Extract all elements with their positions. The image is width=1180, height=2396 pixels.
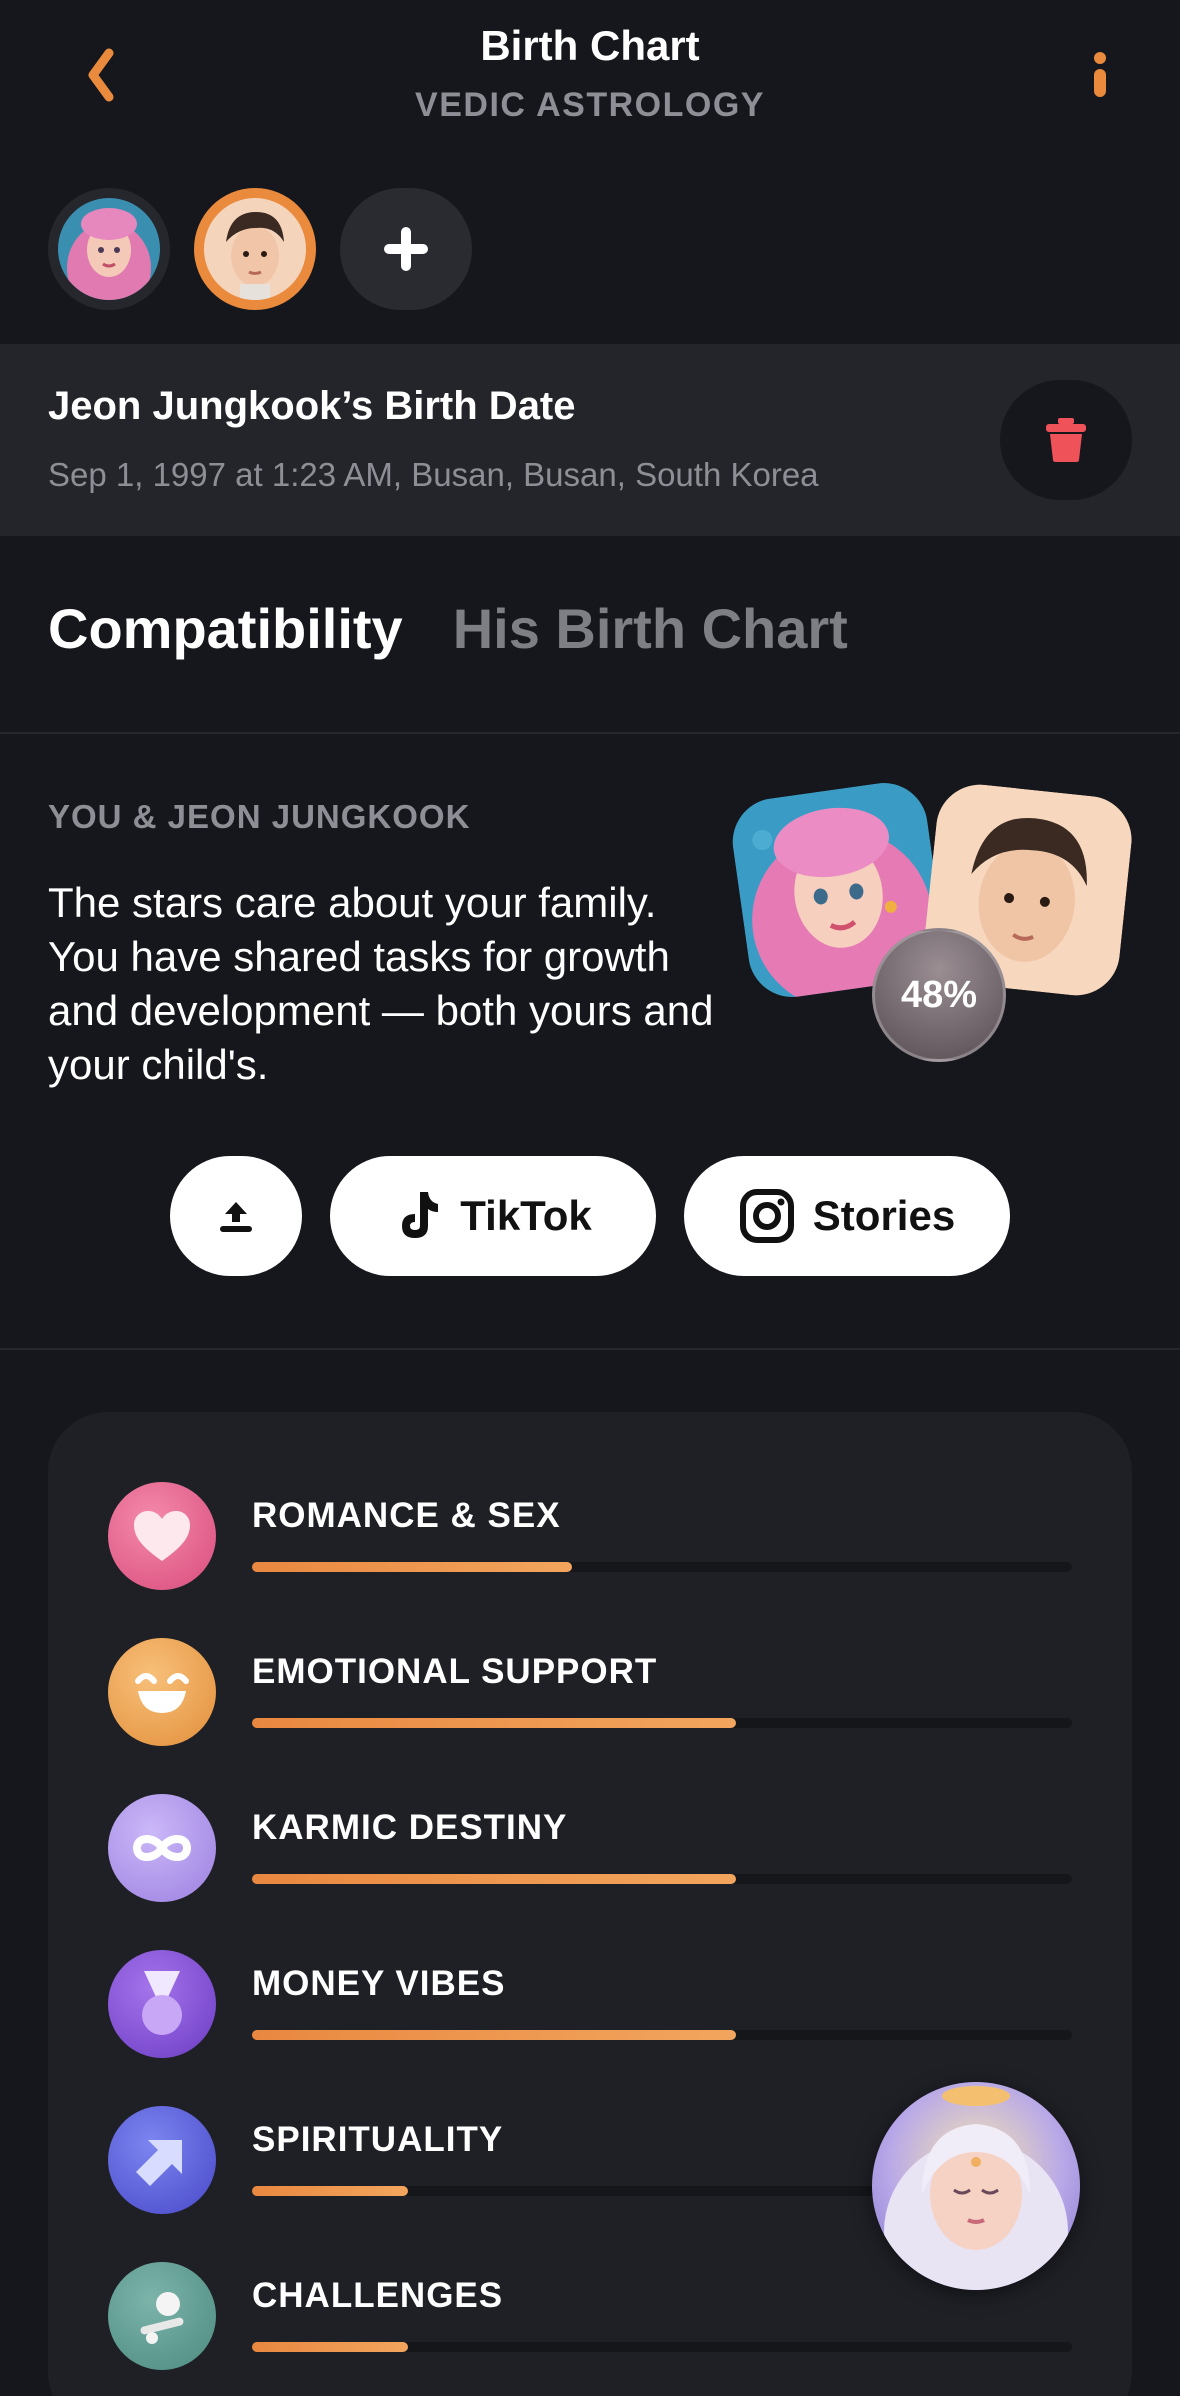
smile-icon xyxy=(108,1638,216,1746)
challenge-icon xyxy=(108,2262,216,2370)
category-money-vibes[interactable]: MONEY VIBES xyxy=(108,1950,1072,2060)
category-bar-track xyxy=(252,2342,1072,2352)
tiktok-icon xyxy=(402,1192,439,1238)
infinity-icon xyxy=(108,1794,216,1902)
category-bar-track xyxy=(252,1874,1072,1884)
share-stories-button[interactable]: Stories xyxy=(684,1156,1010,1276)
category-romance[interactable]: ROMANCE & SEX xyxy=(108,1482,1072,1592)
divider xyxy=(0,1348,1180,1350)
category-label: EMOTIONAL SUPPORT xyxy=(252,1652,658,1691)
top-bar: Birth Chart VEDIC ASTROLOGY xyxy=(0,0,1180,170)
compatibility-label: YOU & JEON JUNGKOOK xyxy=(48,798,471,835)
share-buttons: TikTok Stories xyxy=(170,1156,1010,1276)
divider xyxy=(0,732,1180,734)
assistant-avatar xyxy=(872,2082,1080,2290)
page-title: Birth Chart xyxy=(480,22,700,69)
category-label: MONEY VIBES xyxy=(252,1964,506,2003)
tab-bar: Compatibility His Birth Chart xyxy=(48,596,848,661)
info-button[interactable] xyxy=(1070,46,1130,106)
category-bar-fill xyxy=(252,1718,736,1728)
profile-avatar-partner[interactable] xyxy=(194,188,316,310)
couple-image: 48% xyxy=(727,777,1140,1066)
compatibility-description: The stars care about your family. You ha… xyxy=(48,879,714,1088)
category-bar-fill xyxy=(252,2342,408,2352)
avatar xyxy=(204,198,306,300)
compatibility-percent: 48% xyxy=(900,973,978,1016)
category-bar-fill xyxy=(252,2030,736,2040)
info-icon xyxy=(1094,52,1106,97)
category-bar-track xyxy=(252,1562,1072,1572)
category-karmic-destiny[interactable]: KARMIC DESTINY xyxy=(108,1794,1072,1904)
category-bar-track xyxy=(252,1718,1072,1728)
tab-his-birth-chart[interactable]: His Birth Chart xyxy=(453,596,848,661)
add-profile-button[interactable] xyxy=(340,188,472,310)
category-bar-fill xyxy=(252,1874,736,1884)
upload-icon xyxy=(220,1202,252,1232)
category-label: CHALLENGES xyxy=(252,2276,504,2315)
birth-info-bar: Jeon Jungkook’s Birth Date Sep 1, 1997 a… xyxy=(0,344,1180,536)
heart-icon xyxy=(108,1482,216,1590)
share-tiktok-button[interactable]: TikTok xyxy=(330,1156,656,1276)
category-bar-track xyxy=(252,2030,1072,2040)
medal-icon xyxy=(108,1950,216,2058)
birth-chart-screen: Birth Chart VEDIC ASTROLOGY Jeon Jungkoo… xyxy=(0,0,1180,2396)
birth-date-title: Jeon Jungkook’s Birth Date xyxy=(48,384,576,428)
category-emotional-support[interactable]: EMOTIONAL SUPPORT xyxy=(108,1638,1072,1748)
instagram-icon xyxy=(739,1189,794,1243)
profile-switcher xyxy=(48,188,472,310)
avatar xyxy=(58,198,160,300)
stories-label: Stories xyxy=(812,1192,956,1239)
category-challenges[interactable]: CHALLENGES xyxy=(108,2262,1072,2372)
page-subtitle: VEDIC ASTROLOGY xyxy=(415,86,765,124)
category-bar-fill xyxy=(252,1562,572,1572)
category-label: SPIRITUALITY xyxy=(252,2120,504,2159)
category-label: ROMANCE & SEX xyxy=(252,1496,561,1535)
assistant-avatar-button[interactable] xyxy=(872,2082,1080,2290)
plus-icon xyxy=(384,227,428,271)
tiktok-label: TikTok xyxy=(460,1192,592,1239)
profile-avatar-user[interactable] xyxy=(48,188,170,310)
tab-compatibility[interactable]: Compatibility xyxy=(48,596,403,661)
trash-icon xyxy=(1046,418,1086,462)
category-label: KARMIC DESTINY xyxy=(252,1808,568,1847)
category-bar-fill xyxy=(252,2186,408,2196)
arrow-up-right-icon xyxy=(108,2106,216,2214)
delete-button[interactable] xyxy=(1000,380,1132,500)
share-button[interactable] xyxy=(170,1156,302,1276)
compatibility-percent-badge: 48% xyxy=(872,928,1006,1062)
birth-date-details: Sep 1, 1997 at 1:23 AM, Busan, Busan, So… xyxy=(48,456,819,493)
